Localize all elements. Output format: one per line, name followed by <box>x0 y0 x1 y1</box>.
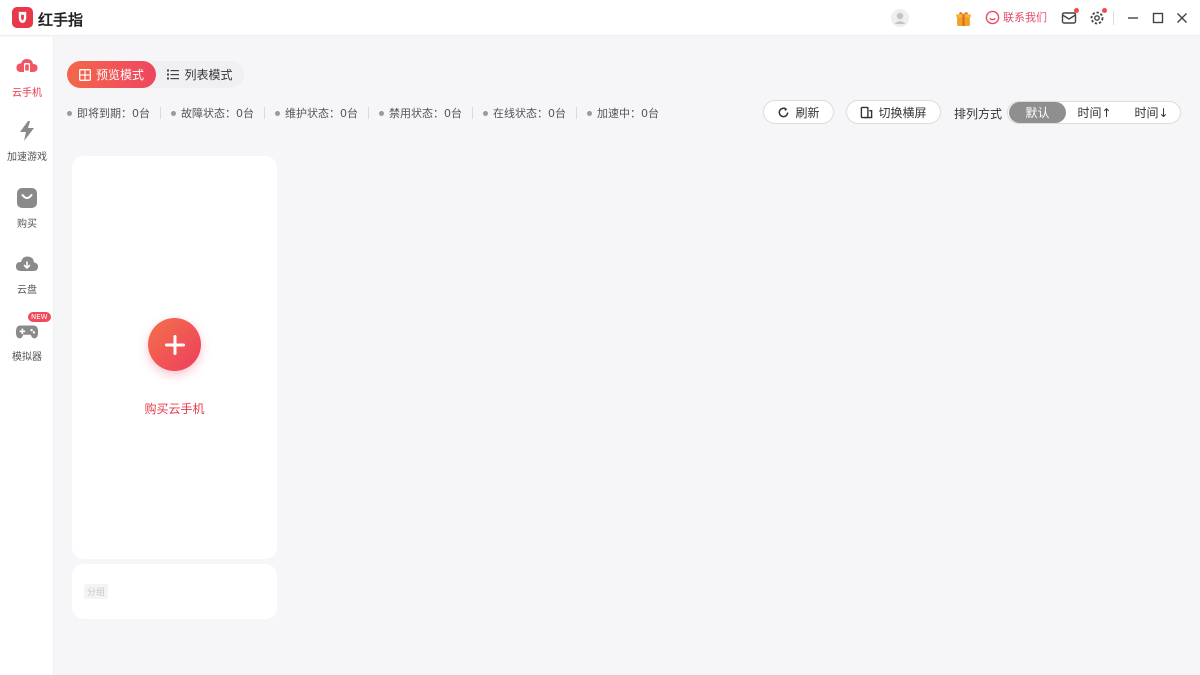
stat-expiring: 即将到期：0台 <box>67 105 150 121</box>
stat-label: 在线状态：0台 <box>493 107 566 120</box>
stat-divider <box>160 107 161 119</box>
stat-accelerating: 加速中：0台 <box>587 105 659 121</box>
sidebar-item-label: 加速游戏 <box>7 152 47 163</box>
chat-icon <box>985 10 1000 24</box>
list-mode-label: 列表模式 <box>184 68 233 82</box>
app-logo <box>12 7 33 28</box>
sidebar-item-label: 云手机 <box>12 88 42 99</box>
switch-landscape-button[interactable]: 切换横屏 <box>846 100 941 124</box>
view-mode-switch: 预览模式 列表模式 <box>67 61 244 88</box>
add-button[interactable] <box>148 318 201 371</box>
status-dot <box>587 110 592 116</box>
sidebar-item-label: 购买 <box>17 219 37 230</box>
screen-rotate-icon <box>861 106 873 118</box>
status-dot <box>275 110 280 116</box>
shopping-bag-icon <box>17 188 37 208</box>
stat-fault: 故障状态：0台 <box>171 105 254 121</box>
stat-disabled: 禁用状态：0台 <box>379 105 462 121</box>
stat-divider <box>368 107 369 119</box>
message-button[interactable] <box>1059 8 1079 28</box>
notification-dot <box>1074 8 1079 13</box>
stat-online: 在线状态：0台 <box>483 105 566 121</box>
sidebar-item-emulator[interactable]: NEW 模拟器 <box>0 312 54 375</box>
status-dot <box>483 110 488 116</box>
group-label: 分组 <box>84 584 109 599</box>
contact-us-button[interactable]: 联系我们 <box>985 9 1047 25</box>
gamepad-icon <box>15 325 39 339</box>
sidebar-item-purchase[interactable]: 购买 <box>0 186 54 242</box>
group-card[interactable]: 分组 <box>72 564 277 619</box>
sidebar-item-label: 模拟器 <box>12 352 42 363</box>
sidebar: 云手机 加速游戏 购买 云盘 NEW 模拟器 <box>0 37 54 675</box>
gift-button[interactable] <box>953 8 973 28</box>
avatar-icon <box>891 9 909 27</box>
stat-label: 维护状态：0台 <box>285 107 358 120</box>
maximize-button[interactable] <box>1148 8 1168 28</box>
status-stats: 即将到期：0台 故障状态：0台 维护状态：0台 禁用状态：0台 在线状态：0台 … <box>67 105 659 121</box>
sort-time-asc-option[interactable]: 时间↑ <box>1066 102 1123 123</box>
stat-label: 禁用状态：0台 <box>389 107 462 120</box>
stat-label: 加速中：0台 <box>597 107 659 120</box>
contact-us-label: 联系我们 <box>1003 11 1047 24</box>
sidebar-item-accelerate-game[interactable]: 加速游戏 <box>0 119 54 175</box>
list-mode-button[interactable]: 列表模式 <box>156 61 244 88</box>
avatar[interactable] <box>890 8 910 28</box>
sidebar-item-cloud-phone[interactable]: 云手机 <box>0 55 54 111</box>
logo-icon <box>18 11 27 24</box>
cloud-icon <box>15 256 39 271</box>
gift-icon <box>955 11 971 26</box>
maximize-icon <box>1152 12 1164 24</box>
grid-icon <box>79 68 91 81</box>
plus-icon <box>164 334 185 355</box>
preview-mode-label: 预览模式 <box>95 68 144 82</box>
sort-options: 默认 时间↑ 时间↓ <box>1007 101 1181 124</box>
cloud-phone-icon <box>16 58 38 73</box>
new-badge: NEW <box>28 312 51 322</box>
close-icon <box>1177 13 1187 23</box>
status-dot <box>379 110 384 116</box>
list-icon <box>167 69 180 80</box>
refresh-button[interactable]: 刷新 <box>763 100 834 124</box>
sort-default-option[interactable]: 默认 <box>1009 102 1066 123</box>
app-title: 红手指 <box>38 11 84 29</box>
title-bar: 红手指 联系我们 <box>0 0 1200 36</box>
sort-time-desc-option[interactable]: 时间↓ <box>1123 102 1180 123</box>
sidebar-item-label: 云盘 <box>17 285 37 296</box>
status-dot <box>171 110 176 116</box>
refresh-icon <box>779 106 789 117</box>
refresh-label: 刷新 <box>795 105 820 120</box>
switch-landscape-label: 切换横屏 <box>878 105 927 120</box>
stat-divider <box>576 107 577 119</box>
stat-label: 故障状态：0台 <box>181 107 254 120</box>
buy-cloud-phone-label[interactable]: 购买云手机 <box>72 400 277 417</box>
titlebar-divider <box>1113 11 1114 25</box>
stat-divider <box>264 107 265 119</box>
minimize-icon <box>1128 17 1138 19</box>
notification-dot <box>1102 8 1107 13</box>
lightning-icon <box>20 121 34 141</box>
buy-cloud-phone-card[interactable]: 购买云手机 <box>72 156 277 559</box>
settings-button[interactable] <box>1087 8 1107 28</box>
close-button[interactable] <box>1172 8 1192 28</box>
stat-maintenance: 维护状态：0台 <box>275 105 358 121</box>
stat-label: 即将到期：0台 <box>77 107 150 120</box>
status-dot <box>67 110 72 116</box>
minimize-button[interactable] <box>1123 8 1143 28</box>
sort-label: 排列方式 <box>954 107 1003 121</box>
preview-mode-button[interactable]: 预览模式 <box>67 61 156 88</box>
sidebar-item-cloud-disk[interactable]: 云盘 <box>0 252 54 308</box>
stat-divider <box>472 107 473 119</box>
